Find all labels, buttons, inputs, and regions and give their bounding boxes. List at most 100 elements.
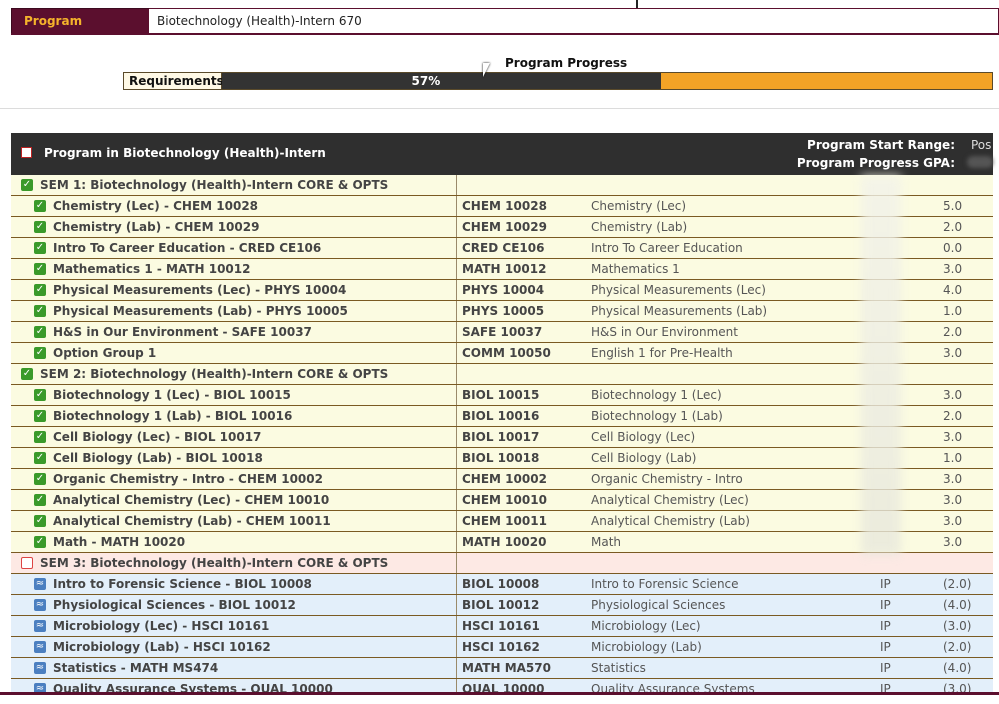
table-row[interactable]: ✓ Organic Chemistry - Intro - CHEM 10002 C… bbox=[11, 469, 993, 490]
start-range-value: Pos bbox=[971, 138, 992, 152]
course-credits: 1.0 bbox=[943, 451, 963, 465]
group-name: SEM 2: Biotechnology (Health)-Intern COR… bbox=[40, 367, 389, 381]
check-icon[interactable]: ✓ bbox=[34, 284, 46, 296]
course-name: Microbiology (Lab) - HSCI 10162 bbox=[53, 640, 271, 654]
requirements-progress-fill bbox=[222, 73, 661, 89]
in-progress-icon[interactable]: ≈ bbox=[34, 641, 46, 653]
course-name: Physiological Sciences - BIOL 10012 bbox=[53, 598, 296, 612]
table-row[interactable]: ✓ Chemistry (Lab) - CHEM 10029 CHEM 10029 C… bbox=[11, 217, 993, 238]
course-name: Analytical Chemistry (Lab) - CHEM 10011 bbox=[53, 514, 331, 528]
check-icon[interactable]: ✓ bbox=[34, 515, 46, 527]
program-progress-title: Program Progress bbox=[505, 56, 628, 70]
program-field: Program Biotechnology (Health)-Intern 67… bbox=[11, 8, 999, 35]
course-name: Statistics - MATH MS474 bbox=[53, 661, 219, 675]
course-credits: 3.0 bbox=[943, 388, 963, 402]
column-separator bbox=[456, 574, 457, 594]
program-underline bbox=[11, 33, 999, 35]
check-icon[interactable]: ✓ bbox=[34, 473, 46, 485]
check-icon[interactable]: ✓ bbox=[34, 389, 46, 401]
course-code: CHEM 10010 bbox=[462, 493, 547, 507]
check-icon[interactable]: ✓ bbox=[34, 242, 46, 254]
course-title: Physical Measurements (Lab) bbox=[591, 304, 768, 318]
column-separator bbox=[456, 490, 457, 510]
course-name: Chemistry (Lec) - CHEM 10028 bbox=[53, 199, 259, 213]
unchecked-box-icon[interactable] bbox=[21, 557, 33, 569]
course-title: Mathematics 1 bbox=[591, 262, 680, 276]
column-separator bbox=[456, 301, 457, 321]
group-row[interactable]: SEM 3: Biotechnology (Health)-Intern COR… bbox=[11, 553, 993, 574]
check-icon[interactable]: ✓ bbox=[21, 179, 33, 191]
mouse-cursor-icon bbox=[483, 63, 490, 77]
bottom-margin bbox=[0, 695, 999, 704]
check-icon[interactable]: ✓ bbox=[34, 536, 46, 548]
check-icon[interactable]: ✓ bbox=[34, 494, 46, 506]
table-row[interactable]: ≈ Microbiology (Lab) - HSCI 10162 HSCI 101… bbox=[11, 637, 993, 658]
course-credits: 4.0 bbox=[943, 283, 963, 297]
unchecked-box-icon bbox=[21, 147, 32, 158]
table-row[interactable]: ✓ Cell Biology (Lab) - BIOL 10018 BIOL 100… bbox=[11, 448, 993, 469]
course-code: CHEM 10029 bbox=[462, 220, 547, 234]
course-code: PHYS 10004 bbox=[462, 283, 545, 297]
course-code: BIOL 10015 bbox=[462, 388, 540, 402]
check-icon[interactable]: ✓ bbox=[34, 431, 46, 443]
table-row[interactable]: ✓ Biotechnology 1 (Lec) - BIOL 10015 BIOL … bbox=[11, 385, 993, 406]
check-icon[interactable]: ✓ bbox=[34, 452, 46, 464]
course-code: MATH MA570 bbox=[462, 661, 551, 675]
course-code: BIOL 10017 bbox=[462, 430, 540, 444]
course-name: Biotechnology 1 (Lec) - BIOL 10015 bbox=[53, 388, 291, 402]
course-credits: 2.0 bbox=[943, 220, 963, 234]
table-row[interactable]: ✓ Mathematics 1 - MATH 10012 MATH 10012 Mat… bbox=[11, 259, 993, 280]
table-row[interactable]: ✓ Math - MATH 10020 MATH 10020 Math 3.0 bbox=[11, 532, 993, 553]
group-row[interactable]: ✓ SEM 2: Biotechnology (Health)-Intern CO… bbox=[11, 364, 993, 385]
column-separator bbox=[456, 238, 457, 258]
course-code: BIOL 10012 bbox=[462, 598, 540, 612]
check-icon[interactable]: ✓ bbox=[34, 410, 46, 422]
program-value[interactable]: Biotechnology (Health)-Intern 670 bbox=[149, 8, 999, 34]
group-row[interactable]: ✓ SEM 1: Biotechnology (Health)-Intern CO… bbox=[11, 175, 993, 196]
course-name: Intro to Forensic Science - BIOL 10008 bbox=[53, 577, 312, 591]
table-row[interactable]: ✓ Analytical Chemistry (Lab) - CHEM 10011… bbox=[11, 511, 993, 532]
check-icon[interactable]: ✓ bbox=[34, 326, 46, 338]
table-row[interactable]: ✓ H&S in Our Environment - SAFE 10037 SAFE… bbox=[11, 322, 993, 343]
table-row[interactable]: ≈ Microbiology (Lec) - HSCI 10161 HSCI 101… bbox=[11, 616, 993, 637]
in-progress-icon[interactable]: ≈ bbox=[34, 578, 46, 590]
course-code: BIOL 10008 bbox=[462, 577, 540, 591]
check-icon[interactable]: ✓ bbox=[34, 200, 46, 212]
course-credits: (4.0) bbox=[943, 661, 972, 675]
column-separator bbox=[456, 427, 457, 447]
group-name: SEM 1: Biotechnology (Health)-Intern COR… bbox=[40, 178, 389, 192]
column-separator bbox=[456, 511, 457, 531]
table-row[interactable]: ≈ Statistics - MATH MS474 MATH MA570 Statis… bbox=[11, 658, 993, 679]
table-row[interactable]: ✓ Physical Measurements (Lab) - PHYS 1000… bbox=[11, 301, 993, 322]
check-icon[interactable]: ✓ bbox=[34, 347, 46, 359]
check-icon[interactable]: ✓ bbox=[34, 263, 46, 275]
course-code: MATH 10020 bbox=[462, 535, 547, 549]
table-row[interactable]: ✓ Option Group 1 COMM 10050 English 1 for P… bbox=[11, 343, 993, 364]
table-row[interactable]: ✓ Analytical Chemistry (Lec) - CHEM 10010… bbox=[11, 490, 993, 511]
column-separator bbox=[456, 532, 457, 552]
table-row[interactable]: ✓ Physical Measurements (Lec) - PHYS 1000… bbox=[11, 280, 993, 301]
gpa-label: Program Progress GPA: bbox=[796, 156, 955, 170]
table-row[interactable]: ✓ Chemistry (Lec) - CHEM 10028 CHEM 10028 C… bbox=[11, 196, 993, 217]
check-icon[interactable]: ✓ bbox=[34, 221, 46, 233]
column-separator bbox=[456, 385, 457, 405]
table-row[interactable]: ≈ Intro to Forensic Science - BIOL 10008 B… bbox=[11, 574, 993, 595]
column-separator bbox=[456, 553, 457, 573]
course-credits: 3.0 bbox=[943, 262, 963, 276]
table-row[interactable]: ✓ Intro To Career Education - CRED CE106 C… bbox=[11, 238, 993, 259]
course-name: Option Group 1 bbox=[53, 346, 157, 360]
course-title: Cell Biology (Lab) bbox=[591, 451, 697, 465]
course-title: Organic Chemistry - Intro bbox=[591, 472, 743, 486]
table-row[interactable]: ✓ Cell Biology (Lec) - BIOL 10017 BIOL 100… bbox=[11, 427, 993, 448]
course-name: Biotechnology 1 (Lab) - BIOL 10016 bbox=[53, 409, 293, 423]
in-progress-icon[interactable]: ≈ bbox=[34, 662, 46, 674]
in-progress-icon[interactable]: ≈ bbox=[34, 599, 46, 611]
check-icon[interactable]: ✓ bbox=[34, 305, 46, 317]
table-row[interactable]: ≈ Physiological Sciences - BIOL 10012 BIOL… bbox=[11, 595, 993, 616]
gpa-value-redacted bbox=[967, 156, 993, 168]
course-credits: (2.0) bbox=[943, 577, 972, 591]
course-title: Math bbox=[591, 535, 622, 549]
in-progress-icon[interactable]: ≈ bbox=[34, 620, 46, 632]
check-icon[interactable]: ✓ bbox=[21, 368, 33, 380]
table-row[interactable]: ✓ Biotechnology 1 (Lab) - BIOL 10016 BIOL … bbox=[11, 406, 993, 427]
